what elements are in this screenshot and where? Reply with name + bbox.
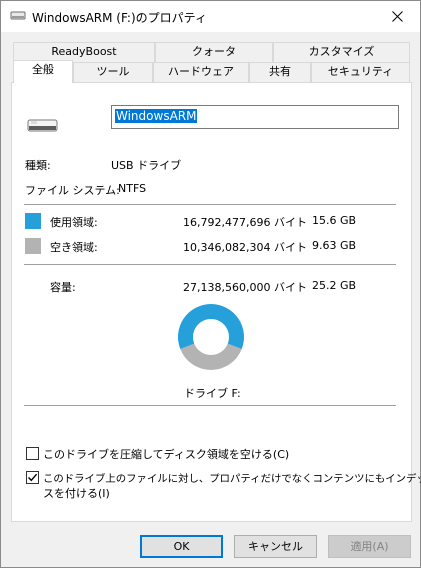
drive-letter-label: ドライブ F: bbox=[184, 387, 241, 400]
donut-free-segment bbox=[180, 343, 242, 370]
used-space-gb: 15.6 GB bbox=[312, 214, 357, 227]
tab-sharing[interactable]: 共有 bbox=[249, 62, 311, 82]
used-space-bytes: 16,792,477,696 バイト bbox=[183, 216, 307, 229]
type-label: 種類: bbox=[25, 159, 51, 172]
compress-checkbox[interactable] bbox=[26, 447, 39, 460]
used-space-label: 使用領域: bbox=[50, 216, 98, 229]
close-icon bbox=[392, 11, 403, 22]
usage-donut-chart bbox=[178, 304, 244, 370]
volume-name-input[interactable]: WindowsARM bbox=[111, 105, 399, 129]
checkmark-icon bbox=[28, 473, 38, 482]
tab-general[interactable]: 全般 bbox=[13, 60, 73, 83]
tab-quota[interactable]: クォータ bbox=[155, 42, 273, 62]
type-value: USB ドライブ bbox=[111, 159, 182, 172]
free-space-gb: 9.63 GB bbox=[312, 239, 357, 252]
volume-name-text: WindowsARM bbox=[115, 109, 198, 123]
divider bbox=[24, 204, 396, 205]
capacity-bytes: 27,138,560,000 バイト bbox=[183, 281, 307, 294]
tab-row-top: ReadyBoost クォータ カスタマイズ bbox=[13, 42, 410, 62]
general-panel: WindowsARM 種類: USB ドライブ ファイル システム: NTFS … bbox=[11, 82, 421, 522]
capacity-label: 容量: bbox=[50, 281, 76, 294]
filesystem-value: NTFS bbox=[118, 182, 147, 195]
used-space-swatch bbox=[25, 213, 41, 229]
usb-drive-icon bbox=[27, 119, 58, 132]
divider bbox=[24, 405, 396, 406]
tab-readyboost[interactable]: ReadyBoost bbox=[13, 42, 155, 62]
capacity-gb: 25.2 GB bbox=[312, 279, 357, 292]
filesystem-label: ファイル システム: bbox=[25, 184, 120, 197]
cancel-button[interactable]: キャンセル bbox=[234, 535, 317, 558]
tab-tools[interactable]: ツール bbox=[73, 62, 153, 82]
index-label-line2: スを付ける(I) bbox=[43, 487, 110, 500]
tab-row-bottom: 全般 ツール ハードウェア 共有 セキュリティ bbox=[13, 60, 410, 83]
index-label-line1: このドライブ上のファイルに対し、プロパティだけでなくコンテンツにもインデック bbox=[43, 473, 421, 485]
tab-customize[interactable]: カスタマイズ bbox=[273, 42, 410, 62]
tab-security[interactable]: セキュリティ bbox=[311, 62, 410, 82]
divider bbox=[24, 264, 396, 265]
free-space-bytes: 10,346,082,304 バイト bbox=[183, 241, 307, 254]
title-bar: WindowsARM (F:)のプロパティ bbox=[1, 1, 420, 32]
compress-label: このドライブを圧縮してディスク領域を空ける(C) bbox=[43, 448, 290, 461]
apply-button[interactable]: 適用(A) bbox=[328, 535, 411, 558]
index-checkbox[interactable] bbox=[26, 471, 39, 484]
properties-dialog: WindowsARM (F:)のプロパティ ReadyBoost クォータ カス… bbox=[0, 0, 421, 568]
close-button[interactable] bbox=[375, 1, 420, 32]
donut-used-segment bbox=[178, 304, 244, 350]
ok-button[interactable]: OK bbox=[140, 535, 223, 558]
free-space-label: 空き領域: bbox=[50, 241, 98, 254]
free-space-swatch bbox=[25, 238, 41, 254]
drive-icon bbox=[10, 11, 26, 20]
window-title: WindowsARM (F:)のプロパティ bbox=[32, 11, 207, 25]
tab-hardware[interactable]: ハードウェア bbox=[153, 62, 249, 82]
